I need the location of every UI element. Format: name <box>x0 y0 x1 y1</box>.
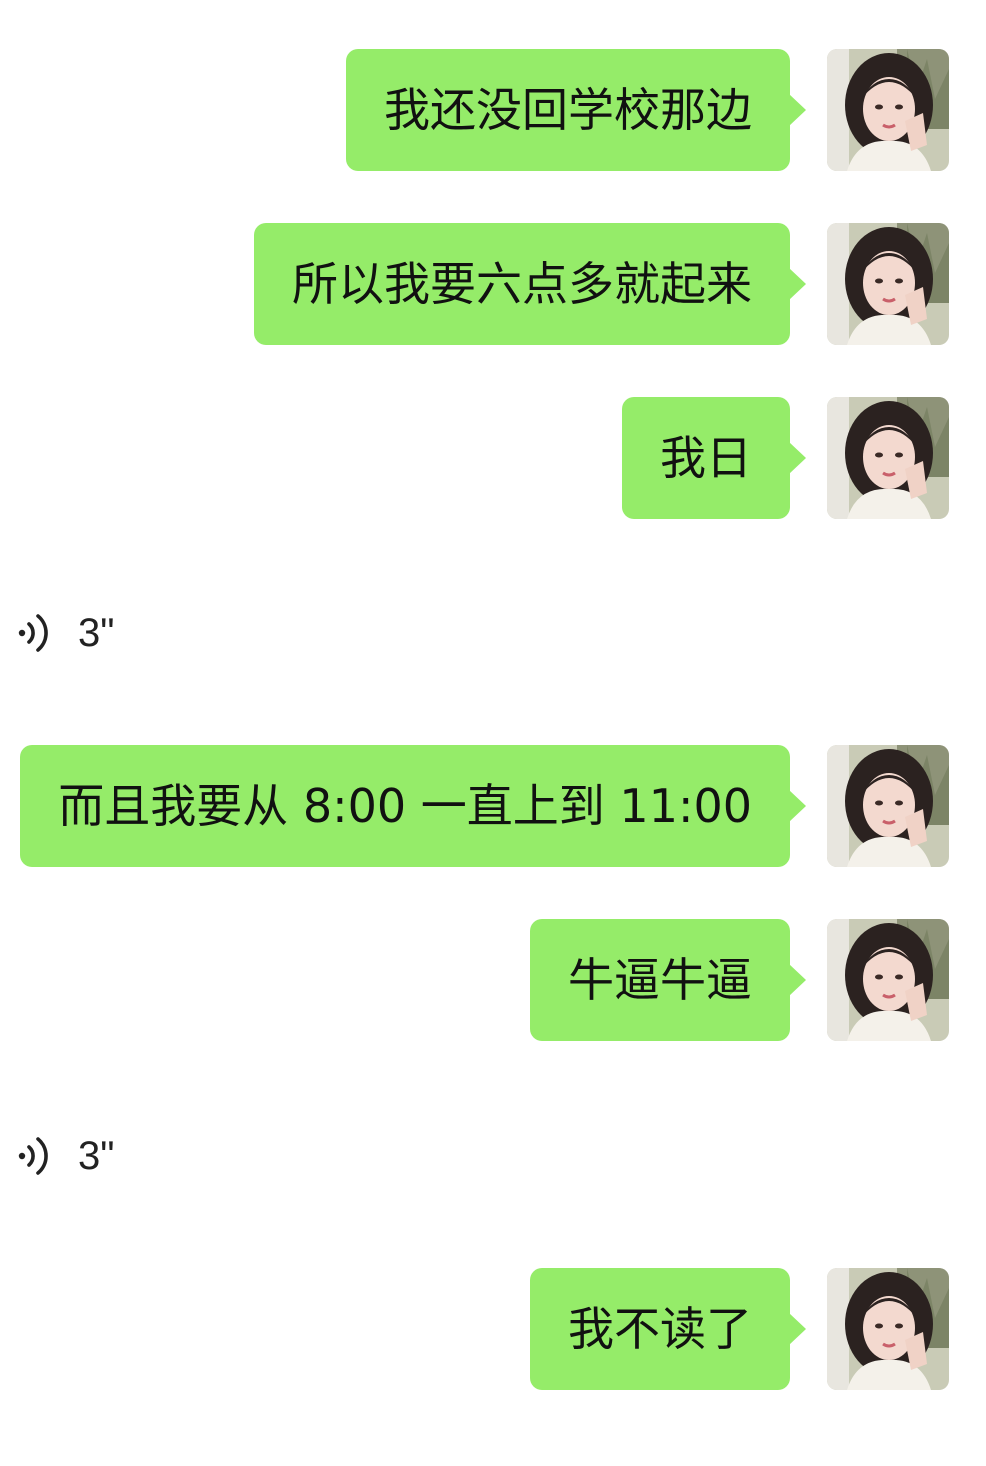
avatar-photo <box>827 223 949 345</box>
avatar[interactable] <box>827 397 949 519</box>
avatar[interactable] <box>827 49 949 171</box>
message-text: 所以我要六点多就起来 <box>292 257 752 311</box>
avatar-photo <box>827 745 949 867</box>
avatar-photo <box>827 919 949 1041</box>
voice-wave-icon <box>18 614 48 652</box>
message-text: 我日 <box>660 431 752 485</box>
message-row: 我日 <box>0 397 986 519</box>
message-row: 而且我要从 8:00 一直上到 11:00 <box>0 745 986 867</box>
message-text: 牛逼牛逼 <box>568 953 752 1007</box>
message-bubble[interactable]: 牛逼牛逼 <box>530 919 806 1041</box>
avatar[interactable] <box>827 745 949 867</box>
avatar[interactable] <box>827 223 949 345</box>
voice-wave-icon <box>18 1137 48 1175</box>
avatar[interactable] <box>827 919 949 1041</box>
message-text: 我不读了 <box>568 1302 752 1356</box>
avatar-photo <box>827 1268 949 1390</box>
message-bubble[interactable]: 我还没回学校那边 <box>346 49 806 171</box>
message-bubble[interactable]: 而且我要从 8:00 一直上到 11:00 <box>20 745 806 867</box>
voice-duration: 3" <box>78 1134 115 1178</box>
message-text: 我还没回学校那边 <box>384 83 752 137</box>
message-bubble[interactable]: 所以我要六点多就起来 <box>254 223 806 345</box>
avatar-photo <box>827 397 949 519</box>
voice-duration: 3" <box>78 611 115 655</box>
message-row: 我还没回学校那边 <box>0 49 986 171</box>
avatar-photo <box>827 49 949 171</box>
message-text: 而且我要从 8:00 一直上到 11:00 <box>58 779 752 833</box>
message-row: 我不读了 <box>0 1268 986 1390</box>
message-row: 所以我要六点多就起来 <box>0 223 986 345</box>
avatar[interactable] <box>827 1268 949 1390</box>
message-bubble[interactable]: 我不读了 <box>530 1268 806 1390</box>
message-row: 牛逼牛逼 <box>0 919 986 1041</box>
voice-message[interactable]: 3" <box>0 603 300 663</box>
voice-message[interactable]: 3" <box>0 1126 300 1186</box>
message-bubble[interactable]: 我日 <box>622 397 806 519</box>
